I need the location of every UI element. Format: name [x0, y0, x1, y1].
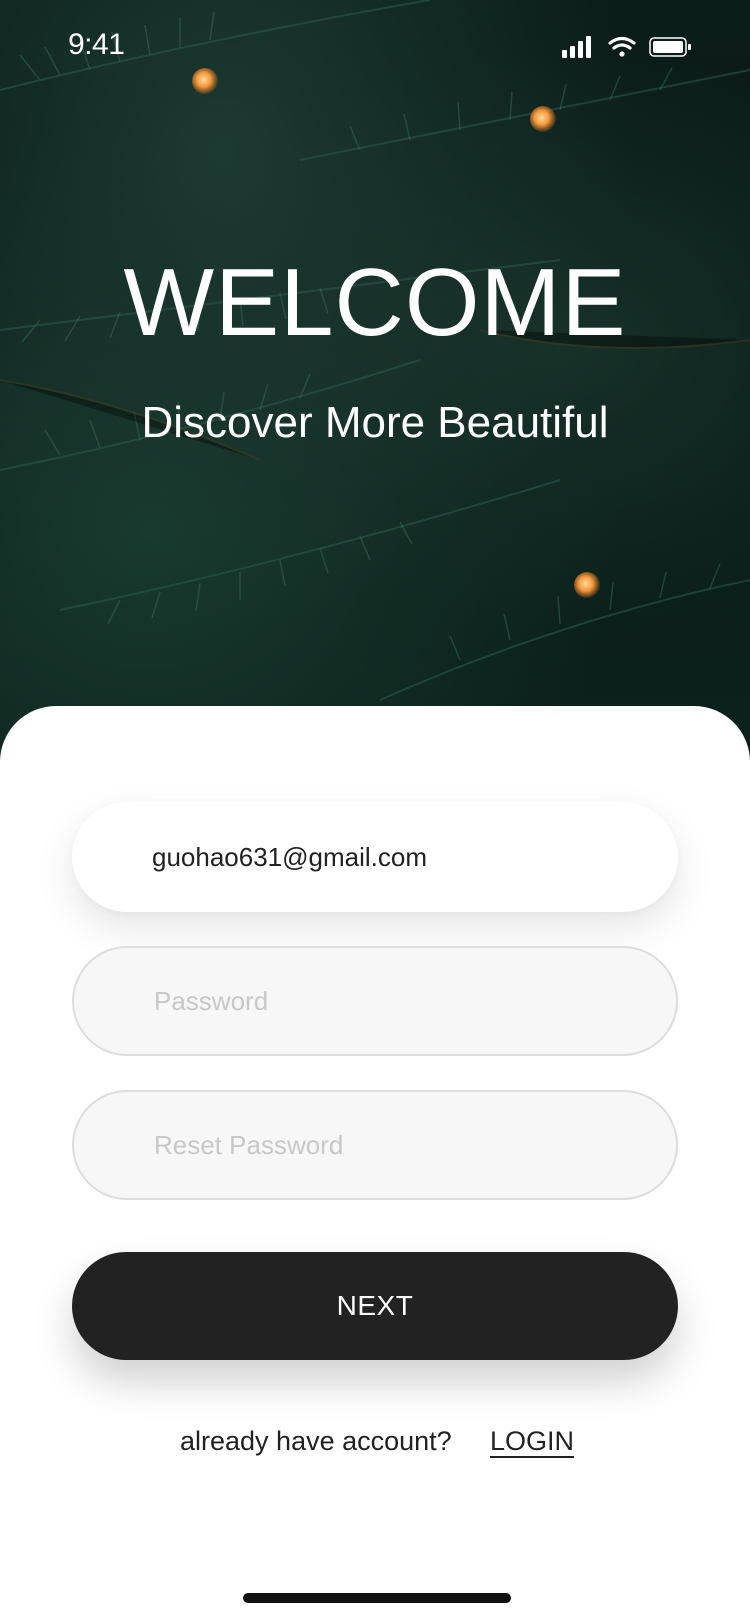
string-light-1 [192, 68, 218, 94]
email-field[interactable] [72, 802, 678, 912]
next-button[interactable]: NEXT [72, 1252, 678, 1360]
status-time: 9:41 [68, 28, 125, 61]
status-icons [562, 36, 691, 58]
login-link[interactable]: LOGIN [490, 1426, 574, 1457]
string-light-2 [530, 106, 556, 132]
welcome-subtitle: Discover More Beautiful [141, 398, 609, 447]
password-field[interactable] [72, 946, 678, 1056]
wifi-icon [608, 36, 636, 57]
reset-password-field[interactable] [72, 1090, 678, 1200]
hero-background [0, 0, 750, 760]
home-indicator [243, 1593, 511, 1603]
battery-icon [649, 37, 691, 57]
signal-icon [562, 36, 591, 58]
welcome-title: WELCOME [123, 249, 627, 356]
pine-branches-image [0, 0, 750, 701]
already-have-account-text: already have account? [180, 1426, 452, 1456]
string-light-3 [574, 572, 600, 598]
